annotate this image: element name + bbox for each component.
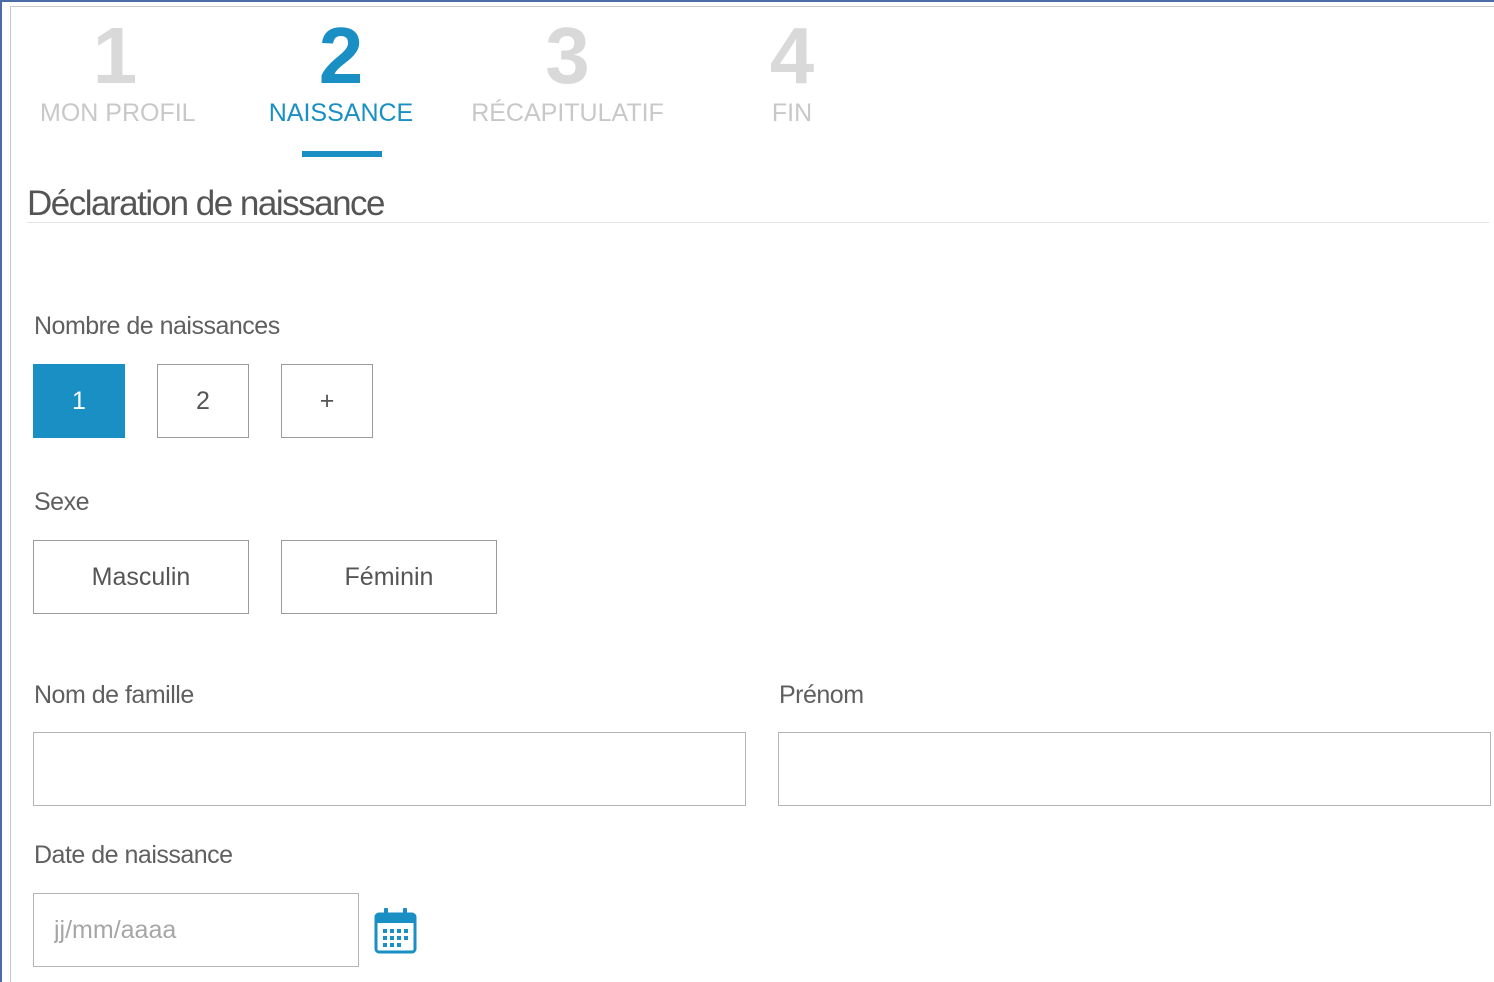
step-number: 4 [769,11,815,100]
sex-female-button[interactable]: Féminin [281,540,497,614]
first-name-input[interactable] [778,732,1491,806]
step-label: RÉCAPITULATIF [471,99,664,127]
first-name-label: Prénom [779,681,864,709]
sex-male-button[interactable]: Masculin [33,540,249,614]
step-profile[interactable]: 1 MON PROFIL [40,11,196,128]
last-name-label: Nom de famille [34,681,194,709]
step-label: FIN [771,99,813,127]
step-recapitulatif[interactable]: 3 RÉCAPITULATIF [470,16,665,128]
calendar-icon[interactable] [374,906,418,956]
title-divider [27,222,1489,223]
last-name-input[interactable] [33,732,746,806]
step-label: MON PROFIL [40,99,196,127]
births-count-more-button[interactable]: + [281,364,373,438]
page-title: Déclaration de naissance [27,184,386,223]
step-number: 2 [318,11,364,100]
birth-date-label: Date de naissance [34,841,233,869]
step-fin[interactable]: 4 FIN [742,16,842,128]
step-number: 1 [92,11,138,100]
step-number: 3 [545,11,590,100]
page-content [10,6,1494,982]
step-naissance[interactable]: 2 NAISSANCE [266,16,416,128]
active-step-indicator [302,151,382,157]
sex-label: Sexe [34,488,89,516]
step-label: NAISSANCE [268,99,414,127]
birth-date-input[interactable] [33,893,359,967]
births-count-1-button[interactable]: 1 [33,364,125,438]
births-count-label: Nombre de naissances [34,312,280,340]
births-count-2-button[interactable]: 2 [157,364,249,438]
